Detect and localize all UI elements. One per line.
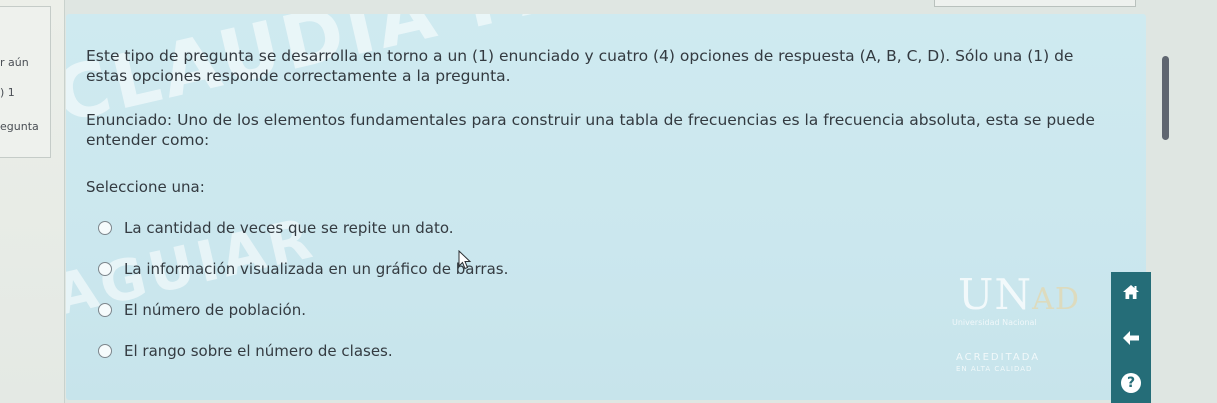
mouse-cursor-icon [458,250,472,270]
select-one-label: Seleccione una: [86,178,205,196]
answer-option-label: El rango sobre el número de clases. [124,342,393,360]
radio-button[interactable] [98,344,112,358]
top-bar-edge [934,0,1136,7]
question-intro: Este tipo de pregunta se desarrolla en t… [86,47,1074,85]
help-button[interactable]: ? [1111,363,1151,403]
radio-button[interactable] [98,303,112,317]
sidebar-status-label: r aún [0,56,29,69]
back-button[interactable] [1111,318,1151,358]
floating-nav: ? [1111,272,1151,403]
question-panel: CLAUDIA PATRICIA QUIÑONEZ AGUIAR Este ti… [66,14,1146,400]
answer-option-c[interactable]: El número de población. [98,299,306,321]
radio-button[interactable] [98,221,112,235]
scrollbar-thumb[interactable] [1162,56,1169,140]
sidebar-info-box [0,6,51,158]
question-mark-icon: ? [1121,373,1141,393]
sidebar-score-label: ) 1 [0,86,15,99]
home-icon [1123,285,1139,299]
accreditation-seal: ACREDITADA EN ALTA CALIDAD [956,352,1041,373]
left-sidebar: r aún ) 1 egunta [0,0,65,403]
question-statement: Enunciado: Uno de los elementos fundamen… [86,111,1095,149]
answer-option-a[interactable]: La cantidad de veces que se repite un da… [98,217,454,239]
answer-option-label: La información visualizada en un gráfico… [124,260,509,278]
answer-option-b[interactable]: La información visualizada en un gráfico… [98,258,508,280]
unad-logo: UNAD Universidad Nacional [946,262,1096,332]
radio-button[interactable] [98,262,112,276]
answer-option-d[interactable]: El rango sobre el número de clases. [98,340,393,362]
unad-logo-letters: UNAD [958,270,1080,319]
arrow-left-icon [1123,331,1139,345]
sidebar-question-label: egunta [0,120,39,133]
home-button[interactable] [1111,272,1151,312]
answer-option-label: El número de población. [124,301,307,319]
unad-logo-subtitle: Universidad Nacional [952,318,1037,327]
answer-option-label: La cantidad de veces que se repite un da… [124,219,454,237]
